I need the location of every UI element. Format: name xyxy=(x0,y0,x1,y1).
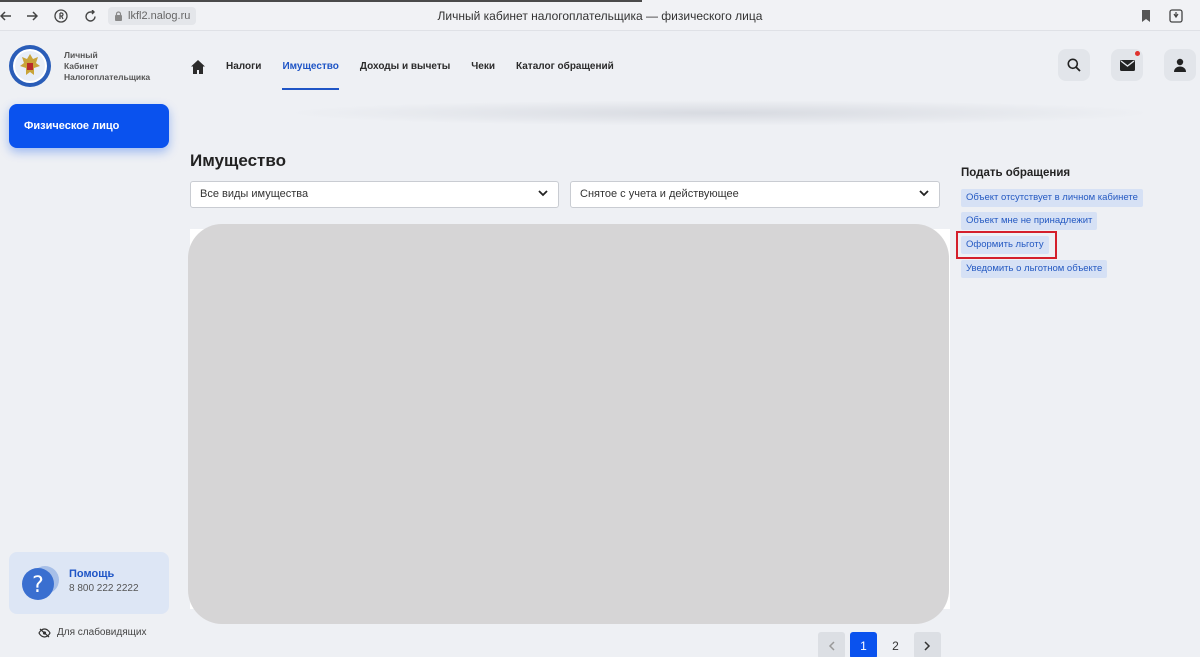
question-icon: ? xyxy=(21,563,61,603)
property-status-select[interactable]: Снятое с учета и действующее xyxy=(570,181,940,208)
eye-off-icon xyxy=(38,627,51,638)
redacted-content-area xyxy=(188,224,949,624)
property-type-value: Все виды имущества xyxy=(200,188,309,200)
help-card[interactable]: ? Помощь 8 800 222 2222 xyxy=(9,552,169,614)
bookmark-icon[interactable] xyxy=(1136,6,1156,26)
tab-strip-line xyxy=(0,0,642,2)
nav-income[interactable]: Доходы и вычеты xyxy=(360,57,450,77)
pagination-prev-button[interactable] xyxy=(818,632,845,657)
main-nav: Налоги Имущество Доходы и вычеты Чеки Ка… xyxy=(190,56,635,90)
page-title: Имущество xyxy=(190,151,286,170)
property-type-select[interactable]: Все виды имущества xyxy=(190,181,559,208)
svg-text:?: ? xyxy=(32,573,44,598)
help-phone: 8 800 222 2222 xyxy=(69,583,139,594)
chevron-down-icon xyxy=(919,190,929,197)
pagination-page-1[interactable]: 1 xyxy=(850,632,877,657)
download-icon[interactable] xyxy=(1166,6,1186,26)
help-title: Помощь xyxy=(69,568,115,580)
accessibility-label: Для слабовидящих xyxy=(57,627,147,638)
request-notify-benefit-object-link[interactable]: Уведомить о льготном объекте xyxy=(961,260,1108,278)
brand-line-1: Личный xyxy=(64,50,98,60)
search-icon xyxy=(1067,58,1081,72)
brand-line-2: Кабинет xyxy=(64,61,99,71)
chevron-right-icon xyxy=(924,640,931,651)
fns-emblem-icon[interactable] xyxy=(8,44,52,88)
nav-divider-shadow xyxy=(280,100,1160,126)
brand-line-3: Налогоплательщика xyxy=(64,72,151,82)
accessibility-link[interactable]: Для слабовидящих xyxy=(38,627,146,638)
pagination-page-2[interactable]: 2 xyxy=(882,632,909,657)
nav-requests-catalog[interactable]: Каталог обращений xyxy=(516,57,614,77)
messages-button[interactable] xyxy=(1111,49,1143,81)
pagination-next-button[interactable] xyxy=(914,632,941,657)
request-not-owner-link[interactable]: Объект мне не принадлежит xyxy=(961,212,1098,230)
window-title: Личный кабинет налогоплательщика — физич… xyxy=(437,9,763,23)
requests-title: Подать обращения xyxy=(961,167,1071,179)
chevron-left-icon xyxy=(828,640,835,651)
nav-receipts[interactable]: Чеки xyxy=(471,57,495,77)
search-button[interactable] xyxy=(1058,49,1090,81)
browser-toolbar: lkfl2.nalog.ru Личный кабинет налогоплат… xyxy=(0,0,1200,31)
notification-dot xyxy=(1135,51,1140,56)
person-type-button[interactable]: Физическое лицо xyxy=(9,104,169,148)
home-icon[interactable] xyxy=(190,59,206,75)
nav-property[interactable]: Имущество xyxy=(282,57,340,90)
chevron-down-icon xyxy=(538,190,548,197)
highlight-annotation xyxy=(956,231,1057,259)
mail-icon xyxy=(1119,59,1135,71)
request-object-missing-link[interactable]: Объект отсутствует в личном кабинете xyxy=(961,189,1143,207)
brand-title: Личный Кабинет Налогоплательщика xyxy=(64,50,150,83)
profile-button[interactable] xyxy=(1164,49,1196,81)
property-status-value: Снятое с учета и действующее xyxy=(580,188,739,200)
user-icon xyxy=(1174,58,1186,72)
nav-taxes[interactable]: Налоги xyxy=(226,57,261,77)
